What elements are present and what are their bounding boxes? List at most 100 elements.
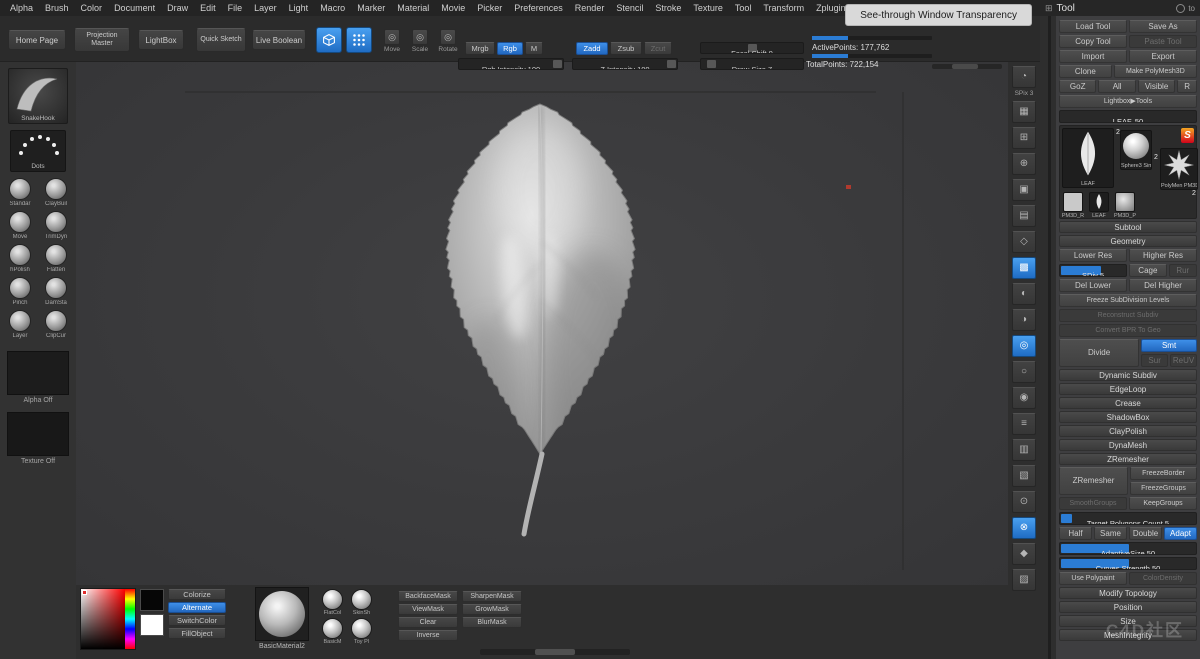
geometry-section[interactable]: Geometry bbox=[1059, 235, 1197, 247]
half-button[interactable]: Half bbox=[1059, 527, 1092, 540]
adaptive-size-slider[interactable]: AdaptiveSize 50 bbox=[1059, 542, 1197, 555]
gyro-mode-button[interactable]: ◎ Scale bbox=[406, 29, 434, 53]
zadd-button[interactable]: Zadd bbox=[576, 42, 608, 55]
rgb-button[interactable]: Rgb bbox=[497, 42, 523, 55]
import-button[interactable]: Import bbox=[1059, 50, 1127, 63]
brush-slot[interactable]: hPolish bbox=[2, 244, 38, 273]
frame-icon[interactable]: ▥ bbox=[1012, 439, 1036, 461]
cage-button[interactable]: Cage bbox=[1129, 264, 1166, 277]
panel-pin-icon[interactable] bbox=[1176, 4, 1185, 13]
projection-master-button[interactable]: Projection Master bbox=[74, 28, 130, 52]
collapsed-section[interactable]: MeshIntegrity bbox=[1059, 629, 1197, 641]
zsub-button[interactable]: Zsub bbox=[610, 42, 642, 55]
alpha-slot[interactable] bbox=[7, 351, 69, 395]
gizmo-move-icon[interactable]: ⊙ bbox=[1012, 491, 1036, 513]
mask-button[interactable]: GrowMask bbox=[462, 604, 522, 615]
brush-slot[interactable]: Layer bbox=[2, 310, 38, 339]
home-page-button[interactable]: Home Page bbox=[8, 30, 66, 50]
higher-res-button[interactable]: Higher Res bbox=[1129, 249, 1197, 262]
polyframe-icon[interactable]: ▧ bbox=[1012, 465, 1036, 487]
mask-button[interactable]: ViewMask bbox=[398, 604, 458, 615]
mask-button[interactable]: BackfaceMask bbox=[398, 591, 458, 602]
brush-slot[interactable]: ClayBuil bbox=[38, 178, 74, 207]
target-polygons-slider[interactable]: Target Polygons Count 5 bbox=[1059, 512, 1197, 525]
history-thumb[interactable] bbox=[1115, 192, 1135, 212]
ghost-icon[interactable]: ○ bbox=[1012, 361, 1036, 383]
transparency-icon[interactable]: ◎ bbox=[1012, 335, 1036, 357]
menu-item[interactable]: Light bbox=[283, 3, 315, 13]
reuv-button[interactable]: ReUV bbox=[1170, 354, 1197, 367]
brush-slot[interactable]: Pinch bbox=[2, 277, 38, 306]
gyro-mode-button[interactable]: ◎ Rotate bbox=[434, 29, 462, 53]
collapsed-section[interactable]: Crease bbox=[1059, 397, 1197, 409]
history-thumb[interactable] bbox=[1063, 192, 1083, 212]
menu-item[interactable]: Layer bbox=[248, 3, 283, 13]
color-density-button[interactable]: ColorDensity bbox=[1129, 572, 1197, 585]
brush-slot[interactable]: Standar bbox=[2, 178, 38, 207]
star-tool-thumb[interactable]: PolyMen PM3D_Z bbox=[1160, 148, 1198, 190]
collapsed-section[interactable]: ShadowBox bbox=[1059, 411, 1197, 423]
goz-r-button[interactable]: R bbox=[1177, 80, 1197, 93]
curves-strength-slider[interactable]: Curves Strength 50 bbox=[1059, 557, 1197, 570]
material-thumb[interactable]: BasicM bbox=[318, 618, 347, 645]
draw-size-slider[interactable]: Draw Size 7 bbox=[700, 58, 804, 70]
collapsed-section[interactable]: Dynamic Subdiv bbox=[1059, 369, 1197, 381]
brush-slot[interactable]: Flatten bbox=[38, 244, 74, 273]
freeze-subdivision-button[interactable]: Freeze SubDivision Levels bbox=[1059, 294, 1197, 307]
alternate-toggle[interactable]: Alternate bbox=[168, 602, 226, 613]
current-material-thumb[interactable] bbox=[255, 587, 309, 641]
menu-item[interactable]: Draw bbox=[161, 3, 194, 13]
brush-slot[interactable]: TrimDyn bbox=[38, 211, 74, 240]
gizmo-scale-icon[interactable]: ⊗ bbox=[1012, 517, 1036, 539]
sdiv-slider[interactable]: SDiv 5 bbox=[1059, 264, 1127, 277]
main-color-swatch[interactable] bbox=[140, 589, 164, 611]
panel-divider[interactable] bbox=[1048, 16, 1051, 659]
saturation-value-square[interactable] bbox=[81, 589, 125, 649]
menu-item[interactable]: Render bbox=[569, 3, 611, 13]
canvas-scrollbar[interactable] bbox=[480, 649, 630, 655]
brush-slot[interactable]: Move bbox=[2, 211, 38, 240]
see-through-transparency-button[interactable]: See-through Window Transparency bbox=[845, 4, 1032, 26]
subtool-section[interactable]: Subtool bbox=[1059, 221, 1197, 233]
points-slider-bottom[interactable] bbox=[812, 54, 932, 58]
menu-item[interactable]: Texture bbox=[687, 3, 729, 13]
spix-slider-label[interactable]: SPix 3 bbox=[1015, 90, 1034, 97]
freeze-groups-toggle[interactable]: FreezeGroups bbox=[1130, 482, 1197, 495]
smooth-groups-toggle[interactable]: SmoothGroups bbox=[1059, 497, 1127, 510]
del-lower-button[interactable]: Del Lower bbox=[1059, 279, 1127, 292]
gyro-mode-button[interactable]: ◎ Move bbox=[378, 29, 406, 53]
local-symmetry-icon[interactable]: ◐ bbox=[1012, 283, 1036, 305]
panel-drag-icon[interactable]: ⊞ bbox=[1045, 3, 1053, 14]
document-canvas[interactable] bbox=[76, 62, 1008, 585]
export-button[interactable]: Export bbox=[1129, 50, 1197, 63]
points-slider-top[interactable] bbox=[812, 36, 932, 40]
color-picker[interactable] bbox=[80, 588, 136, 650]
material-thumb[interactable]: SkinSh bbox=[347, 589, 376, 616]
menu-item[interactable]: Edit bbox=[194, 3, 222, 13]
xpose-icon[interactable]: ≡ bbox=[1012, 413, 1036, 435]
menu-item[interactable]: Alpha bbox=[4, 3, 39, 13]
zoom-icon[interactable]: ⊕ bbox=[1012, 153, 1036, 175]
sphere-tool-thumb[interactable]: Sphere3 Simplebl bbox=[1120, 130, 1152, 170]
mrgb-button[interactable]: Mrgb bbox=[465, 42, 495, 55]
scroll-icon[interactable]: ⊞ bbox=[1012, 127, 1036, 149]
menu-item[interactable]: Color bbox=[75, 3, 109, 13]
secondary-color-swatch[interactable] bbox=[140, 614, 164, 636]
menu-item[interactable]: File bbox=[222, 3, 249, 13]
menu-item[interactable]: Tool bbox=[729, 3, 758, 13]
menu-item[interactable]: Transform bbox=[757, 3, 810, 13]
use-polypaint-toggle[interactable]: Use Polypaint bbox=[1059, 572, 1127, 585]
smt-toggle[interactable]: Smt bbox=[1141, 339, 1197, 352]
material-thumb[interactable]: Toy Pl bbox=[347, 618, 376, 645]
collapsed-section[interactable]: Position bbox=[1059, 601, 1197, 613]
texture-slot[interactable] bbox=[7, 412, 69, 456]
del-higher-button[interactable]: Del Higher bbox=[1129, 279, 1197, 292]
goz-visible-button[interactable]: Visible bbox=[1138, 80, 1175, 93]
sur-toggle[interactable]: Sur bbox=[1141, 354, 1168, 367]
current-stroke-thumb[interactable]: Dots bbox=[10, 130, 66, 172]
menu-item[interactable]: Marker bbox=[351, 3, 391, 13]
brush-slot[interactable]: ClipCur bbox=[38, 310, 74, 339]
freeze-border-toggle[interactable]: FreezeBorder bbox=[1130, 467, 1197, 480]
history-thumb[interactable] bbox=[1089, 192, 1109, 212]
menu-item[interactable]: Macro bbox=[314, 3, 351, 13]
